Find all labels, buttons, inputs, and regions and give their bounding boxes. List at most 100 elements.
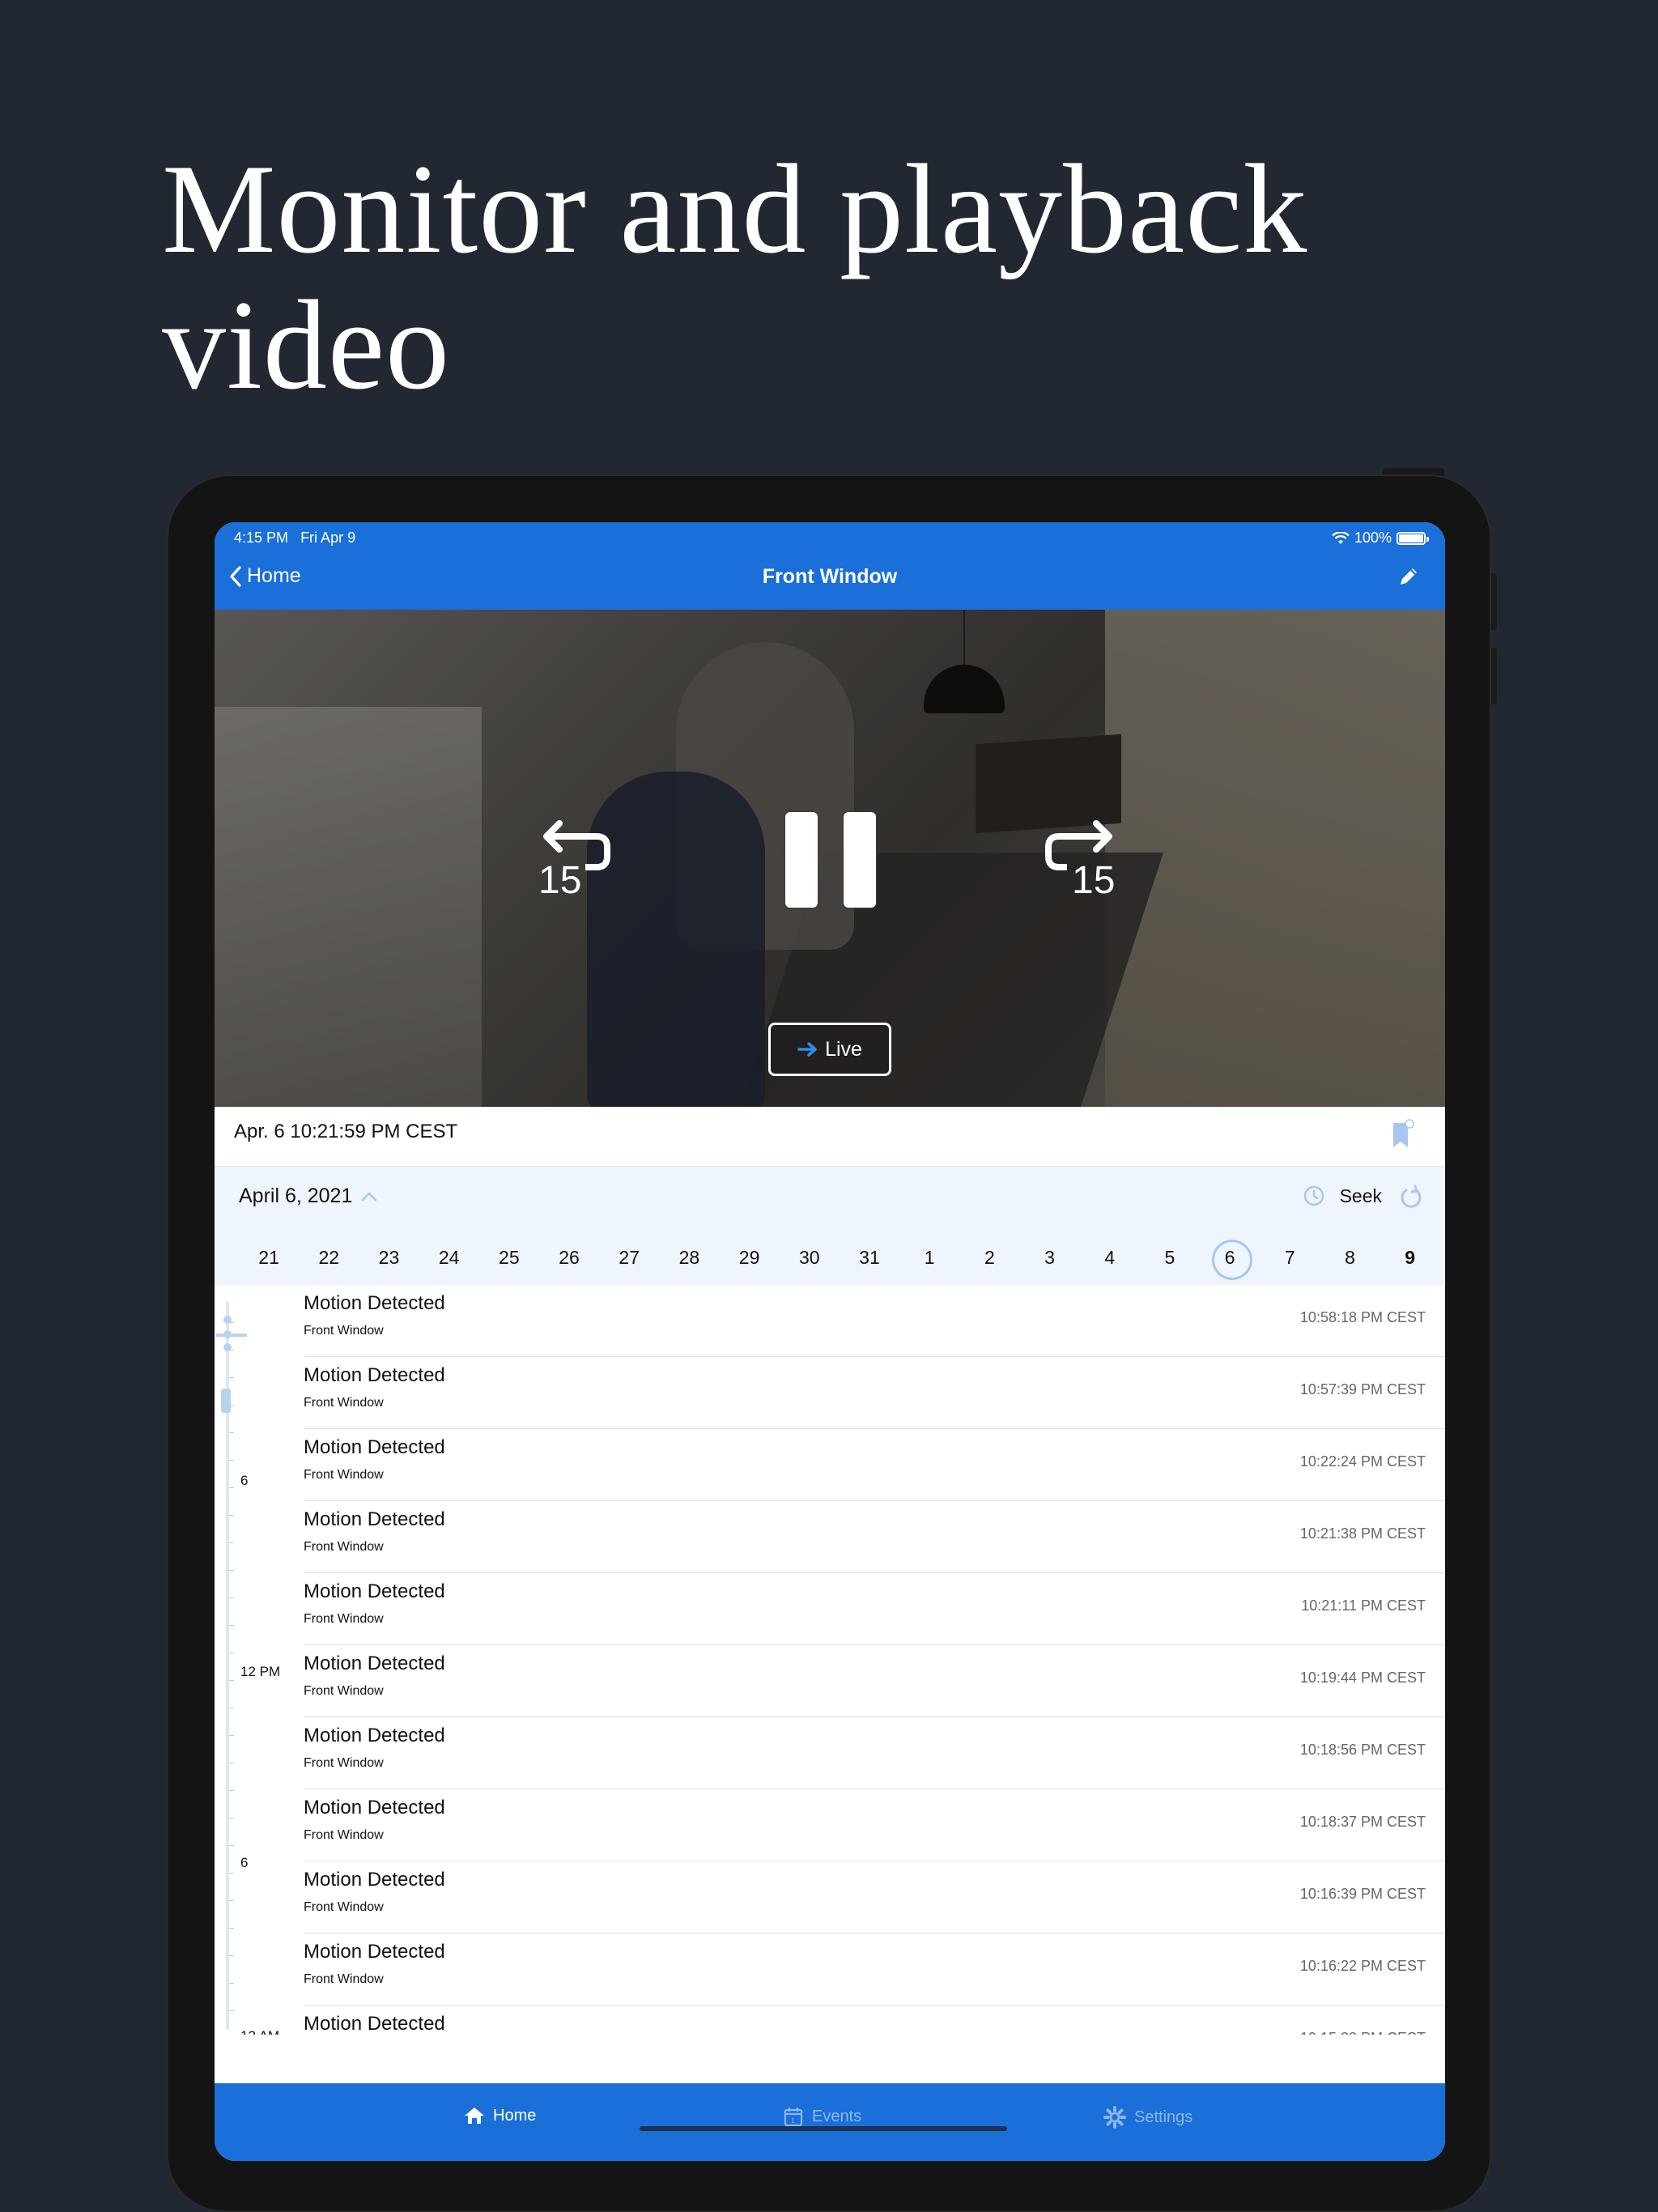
event-row[interactable]: Motion Detected Front Window 10:58:18 PM C… [304, 1285, 1445, 1357]
event-title: Motion Detected [304, 1725, 445, 1746]
timeline-tick [229, 1818, 234, 1819]
skip-forward-icon: 15 [1045, 820, 1115, 902]
day-25[interactable]: 25 [479, 1240, 539, 1275]
app-screen: 4:15 PM Fri Apr 9 100% Home Front Window [215, 522, 1445, 2161]
day-29[interactable]: 29 [720, 1240, 780, 1275]
pause-button[interactable] [778, 812, 883, 913]
tab-events[interactable]: 1 Events [783, 2106, 861, 2127]
day-5[interactable]: 5 [1140, 1240, 1200, 1275]
video-player[interactable]: 15 15 Live [215, 610, 1445, 1107]
tab-home[interactable]: Home [464, 2106, 536, 2125]
event-row[interactable]: Motion Detected Front Window 10:19:44 PM C… [304, 1645, 1445, 1717]
event-camera: Front Window [304, 1396, 384, 1410]
event-title: Motion Detected [304, 1653, 445, 1674]
event-row[interactable]: Motion Detected Front Window 10:16:39 PM C… [304, 1861, 1445, 1933]
date-picker-section: April 6, 2021 Seek 21 22 23 24 25 26 27 28 29 30 3… [215, 1167, 1445, 1285]
day-9[interactable]: 9 [1380, 1240, 1440, 1275]
event-row[interactable]: Motion Detected Front Window 10:18:56 PM C… [304, 1717, 1445, 1789]
status-date: Fri Apr 9 [300, 530, 356, 546]
day-7[interactable]: 7 [1260, 1240, 1320, 1275]
timeline-scrubber[interactable]: 6 12 PM 6 12 AM [215, 1285, 295, 2035]
day-3[interactable]: 3 [1019, 1240, 1079, 1275]
skip-forward-number: 15 [1072, 859, 1115, 901]
timeline-cursor [216, 1334, 247, 1337]
gear-icon [1103, 2106, 1126, 2129]
event-row[interactable]: Motion Detected Front Window 10:21:38 PM C… [304, 1501, 1445, 1573]
event-row[interactable]: Motion Detected Front Window 10:16:22 PM C… [304, 1933, 1445, 2006]
timeline-label: 6 [240, 1855, 249, 1870]
event-title: Motion Detected [304, 1941, 445, 1963]
timeline-tick [229, 1570, 234, 1571]
day-27[interactable]: 27 [599, 1240, 659, 1275]
timeline-label: 6 [240, 1473, 249, 1488]
event-time: 10:16:22 PM CEST [1299, 1958, 1426, 1974]
day-31[interactable]: 31 [840, 1240, 899, 1275]
day-24[interactable]: 24 [419, 1240, 479, 1275]
event-title: Motion Detected [304, 1508, 445, 1530]
timeline-event-dot [223, 1330, 232, 1338]
timeline-tick [229, 1735, 234, 1736]
event-camera: Front Window [304, 1324, 384, 1338]
timeline-label: 12 AM [240, 2028, 279, 2035]
seek-button[interactable]: Seek [1303, 1185, 1382, 1207]
timeline-tick [229, 1487, 234, 1488]
event-title: Motion Detected [304, 1364, 445, 1386]
timeline-tick [229, 1405, 234, 1406]
playback-timestamp-row: Apr. 6 10:21:59 PM CEST [215, 1107, 1445, 1167]
bookmark-add-icon[interactable] [1390, 1118, 1414, 1151]
event-list[interactable]: 612 PM612 AM Motion DetectedFront Window… [215, 1285, 1445, 2035]
event-row[interactable]: Motion Detected Front Window 10:21:11 PM C… [304, 1573, 1445, 1645]
event-row[interactable]: Motion Detected Front Window 10:18:37 PM C… [304, 1789, 1445, 1861]
day-23[interactable]: 23 [359, 1240, 419, 1275]
timeline-tick [229, 1790, 234, 1791]
live-button[interactable]: Live [768, 1023, 891, 1076]
day-4[interactable]: 4 [1080, 1240, 1140, 1275]
pause-bar-left [785, 812, 818, 908]
top-bar: 4:15 PM Fri Apr 9 100% Home Front Window [215, 522, 1445, 610]
day-28[interactable]: 28 [659, 1240, 719, 1275]
timeline-tick [229, 1983, 234, 1984]
skip-forward-15-button[interactable]: 15 [1036, 812, 1125, 902]
day-2[interactable]: 2 [959, 1240, 1019, 1275]
edit-pencil-icon[interactable] [1397, 564, 1421, 589]
event-time: 10:58:18 PM CEST [1299, 1309, 1426, 1325]
event-time: 10:16:39 PM CEST [1299, 1886, 1426, 1902]
event-row[interactable]: Motion Detected Front Window 10:22:24 PM C… [304, 1429, 1445, 1501]
date-selector[interactable]: April 6, 2021 [239, 1185, 378, 1208]
current-date-label: April 6, 2021 [239, 1185, 353, 1207]
event-camera: Front Window [304, 1828, 384, 1842]
timeline-tick [229, 1460, 234, 1461]
event-camera: Front Window [304, 1900, 384, 1914]
timeline-tick [229, 1625, 234, 1626]
day-8[interactable]: 8 [1320, 1240, 1380, 1275]
skip-back-15-button[interactable]: 15 [530, 812, 619, 902]
event-row[interactable]: Motion DetectedFront Window10:15:28 PM C… [304, 2006, 1445, 2035]
tab-settings[interactable]: Settings [1103, 2106, 1192, 2129]
event-time: 10:22:24 PM CEST [1299, 1453, 1426, 1470]
status-indicators: 100% [1332, 530, 1429, 547]
day-30[interactable]: 30 [780, 1240, 840, 1275]
event-title: Motion Detected [304, 1436, 445, 1458]
timeline-tick [229, 2010, 234, 2011]
day-6[interactable]: 6 [1200, 1240, 1260, 1280]
day-22[interactable]: 22 [299, 1240, 359, 1275]
day-21[interactable]: 21 [239, 1240, 299, 1275]
home-indicator [640, 2126, 1007, 2131]
event-camera: Front Window [304, 1684, 384, 1698]
timeline-tick [229, 1680, 234, 1681]
timeline-tick [229, 1873, 234, 1874]
event-camera: Front Window [304, 1972, 384, 1986]
event-time: 10:21:11 PM CEST [1301, 1597, 1426, 1614]
day-1[interactable]: 1 [899, 1240, 959, 1275]
status-time: 4:15 PM Fri Apr 9 [234, 530, 355, 547]
timeline-tick [229, 1928, 234, 1929]
timeline-tick [229, 1542, 234, 1543]
event-time: 10:21:38 PM CEST [1299, 1525, 1426, 1542]
event-row[interactable]: Motion Detected Front Window 10:57:39 PM C… [304, 1357, 1445, 1429]
home-icon [465, 2108, 484, 2124]
playback-timestamp: Apr. 6 10:21:59 PM CEST [234, 1121, 458, 1142]
day-26[interactable]: 26 [539, 1240, 599, 1275]
event-time: 10:15:28 PM CEST [1300, 2030, 1426, 2035]
timeline-tick [229, 1845, 234, 1846]
refresh-icon[interactable] [1398, 1185, 1424, 1210]
